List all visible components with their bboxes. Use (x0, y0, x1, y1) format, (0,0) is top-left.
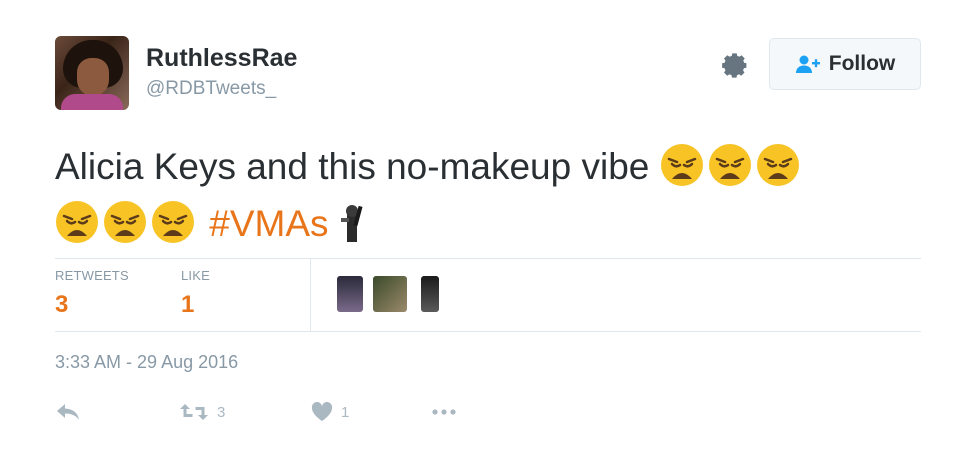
likes-stat[interactable]: LIKE 1 (181, 268, 210, 319)
stats-divider-vertical (310, 258, 311, 331)
like-count: 1 (341, 403, 350, 421)
add-user-icon (795, 55, 820, 73)
likers-avatars (337, 276, 439, 312)
weary-face-icon (152, 201, 194, 243)
retweets-stat[interactable]: RETWEETS 3 (55, 268, 129, 319)
tweet-timestamp[interactable]: 3:33 AM - 29 Aug 2016 (55, 352, 238, 373)
more-icon (432, 409, 456, 415)
retweet-icon (180, 404, 208, 420)
follow-label: Follow (828, 52, 896, 75)
gear-icon[interactable] (720, 50, 750, 80)
weary-face-icon (104, 201, 146, 243)
heart-icon (311, 402, 333, 421)
liker-avatar[interactable] (373, 276, 407, 312)
tweet-body: Alicia Keys and this no-makeup vibe (55, 146, 650, 187)
vma-moonman-icon (340, 205, 363, 242)
retweets-count: 3 (55, 291, 69, 318)
retweet-count: 3 (217, 403, 226, 421)
retweet-button[interactable]: 3 (179, 402, 225, 422)
likes-count: 1 (181, 291, 195, 318)
hashtag-link[interactable]: #VMAs (209, 203, 328, 244)
weary-face-icon (56, 201, 98, 243)
retweets-label: RETWEETS (55, 268, 129, 283)
user-handle[interactable]: @RDBTweets_ (146, 78, 276, 100)
avatar[interactable] (55, 36, 129, 110)
stats-divider-bottom (55, 331, 921, 332)
liker-avatar[interactable] (337, 276, 363, 312)
weary-face-icon (660, 144, 703, 186)
follow-button[interactable]: Follow (769, 38, 921, 90)
stats-divider-top (55, 258, 921, 259)
likes-label: LIKE (181, 268, 210, 283)
weary-face-icon (756, 144, 799, 186)
reply-icon (57, 404, 79, 420)
weary-face-icon (708, 144, 751, 186)
like-button[interactable]: 1 (311, 402, 349, 422)
tweet-text: Alicia Keys and this no-makeup vibe #VMA… (55, 138, 935, 252)
reply-button[interactable] (55, 402, 81, 422)
more-options-button[interactable] (429, 402, 459, 422)
display-name[interactable]: RuthlessRae (146, 44, 297, 73)
liker-avatar[interactable] (421, 276, 439, 312)
